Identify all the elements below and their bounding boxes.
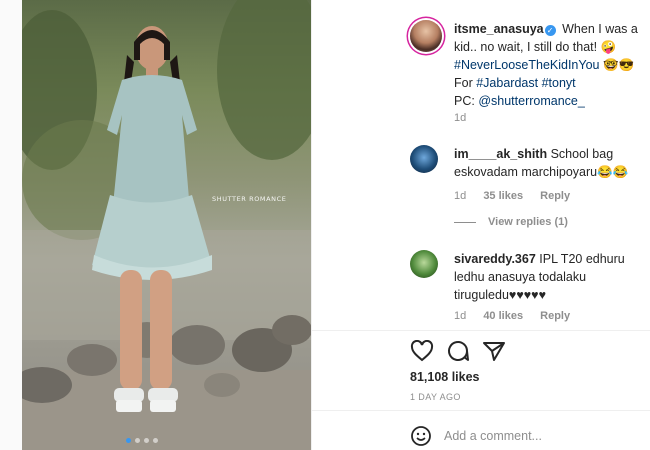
hashtag-link[interactable]: #Jabardast bbox=[476, 76, 538, 90]
comment-username[interactable]: sivareddy.367 bbox=[454, 252, 536, 266]
add-comment-input[interactable] bbox=[444, 429, 644, 443]
replies-dash bbox=[454, 221, 476, 223]
commenter-avatar[interactable] bbox=[410, 250, 438, 278]
carousel-dot bbox=[144, 438, 149, 443]
post-image[interactable]: SHUTTER ROMANCE bbox=[22, 0, 311, 450]
section-divider bbox=[311, 330, 650, 331]
post-photo-illustration bbox=[22, 0, 311, 450]
caption-emoji: 🤓😎 bbox=[602, 58, 635, 72]
page-background-strip bbox=[0, 0, 22, 450]
share-icon[interactable] bbox=[482, 340, 506, 362]
caption-pc-label: PC: bbox=[454, 94, 475, 108]
mention-link[interactable]: @shutterromance_ bbox=[478, 94, 585, 108]
commenter-avatar[interactable] bbox=[410, 145, 438, 173]
add-comment-bar bbox=[410, 425, 644, 447]
caption-age[interactable]: 1d bbox=[454, 112, 466, 124]
author-username[interactable]: itsme_anasuya bbox=[454, 22, 544, 36]
comment-likes[interactable]: 40 likes bbox=[483, 310, 523, 322]
section-divider bbox=[311, 410, 650, 411]
comment-item: sivareddy.367 IPL T20 edhuru ledhu anasu… bbox=[454, 250, 650, 304]
comment-item: im____ak_shith School bag eskovadam marc… bbox=[454, 145, 650, 181]
caption-for-label: For bbox=[454, 76, 473, 90]
view-replies-label: View replies (1) bbox=[488, 216, 568, 228]
heart-icon[interactable] bbox=[410, 340, 434, 362]
post-caption: itsme_anasuya ✓ When I was a kid.. no wai… bbox=[454, 20, 650, 110]
view-replies-button[interactable]: View replies (1) bbox=[454, 216, 568, 228]
carousel-dot-active bbox=[126, 438, 131, 443]
carousel-dot bbox=[153, 438, 158, 443]
comment-age[interactable]: 1d bbox=[454, 310, 466, 322]
comment-icon[interactable] bbox=[446, 340, 470, 362]
photo-watermark: SHUTTER ROMANCE bbox=[212, 195, 287, 203]
comment-meta: 1d 35 likes Reply bbox=[454, 190, 584, 202]
post-actions bbox=[410, 340, 506, 362]
carousel-dot bbox=[135, 438, 140, 443]
comment-likes[interactable]: 35 likes bbox=[483, 190, 523, 202]
hashtag-link[interactable]: #tonyt bbox=[542, 76, 576, 90]
comment-age[interactable]: 1d bbox=[454, 190, 466, 202]
comment-meta: 1d 40 likes Reply bbox=[454, 310, 584, 322]
hashtag-link[interactable]: #NeverLooseTheKidInYou bbox=[454, 58, 599, 72]
likes-count[interactable]: 81,108 likes bbox=[410, 370, 480, 384]
post-time-ago[interactable]: 1 DAY AGO bbox=[410, 392, 461, 402]
reply-button[interactable]: Reply bbox=[540, 310, 570, 322]
author-avatar[interactable] bbox=[410, 20, 442, 52]
carousel-indicator bbox=[126, 438, 158, 443]
comment-username[interactable]: im____ak_shith bbox=[454, 147, 547, 161]
emoji-icon[interactable] bbox=[410, 425, 432, 447]
verified-badge-icon: ✓ bbox=[544, 25, 556, 36]
reply-button[interactable]: Reply bbox=[540, 190, 570, 202]
